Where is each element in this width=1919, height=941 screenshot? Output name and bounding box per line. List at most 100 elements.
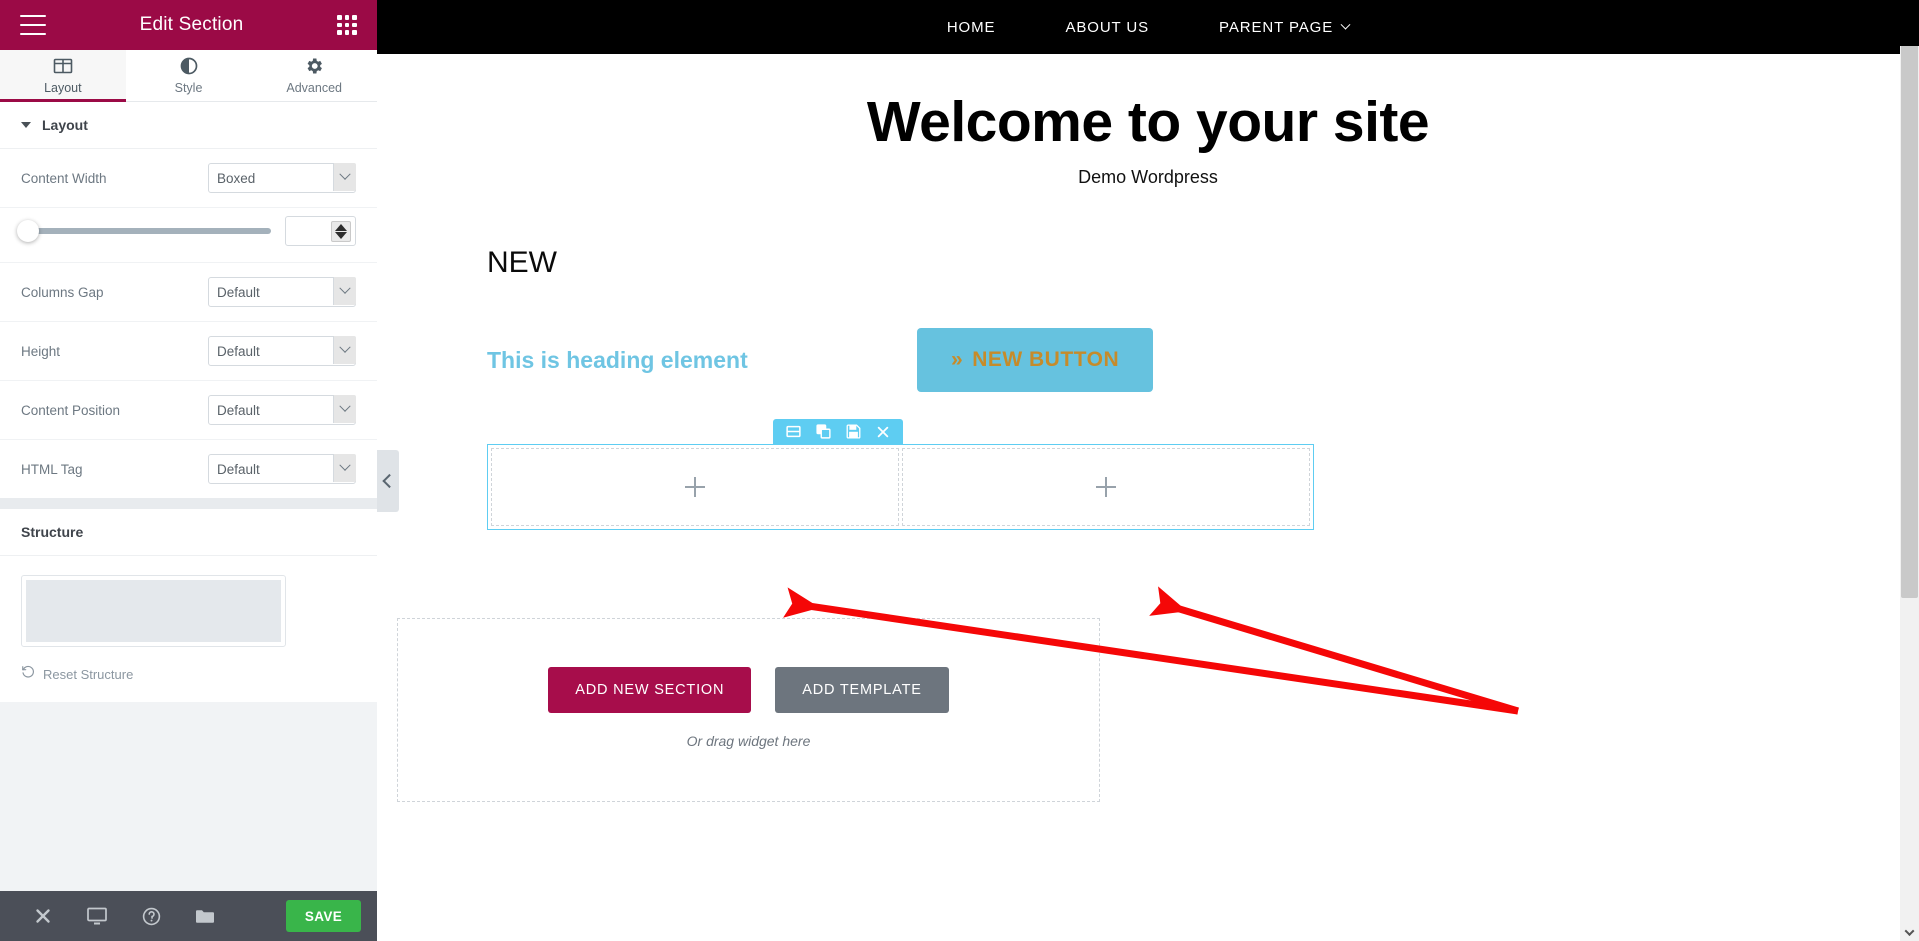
panel-collapse-toggle[interactable] [377,450,399,512]
height-value: Default [217,343,260,359]
structure-section-header: Structure [0,509,377,556]
tab-layout[interactable]: Layout [0,50,126,102]
edit-columns-icon[interactable] [780,419,806,444]
structure-section: Structure Reset Structure [0,509,377,702]
content-width-label: Content Width [21,170,107,186]
control-content-position: Content Position Default [0,381,377,440]
heading-element[interactable]: This is heading element [487,347,917,374]
nav-item-about-us-label: ABOUT US [1065,18,1150,36]
content-width-number-input[interactable] [285,216,356,246]
hero-block: Welcome to your site Demo Wordpress [377,54,1919,188]
new-button-widget[interactable]: » NEW BUTTON [917,328,1154,392]
chevron-down-icon [1340,19,1351,30]
chevron-down-icon [21,122,31,128]
chevron-down-icon [333,163,356,191]
nav-item-home[interactable]: HOME [912,19,1031,36]
html-tag-value: Default [217,461,260,477]
grid-apps-icon[interactable] [337,15,357,35]
chevron-down-icon [333,277,356,305]
control-html-tag: HTML Tag Default [0,440,377,498]
layout-section-header[interactable]: Layout [0,102,377,149]
new-text-widget[interactable]: NEW [487,246,1919,280]
add-buttons-row: ADD NEW SECTION ADD TEMPLATE [398,667,1099,713]
columns-gap-select[interactable]: Default [208,277,356,307]
layout-section: Layout Content Width Boxed Columns Gap D… [0,102,377,498]
add-new-section-button[interactable]: ADD NEW SECTION [548,667,752,713]
add-section-area[interactable]: ADD NEW SECTION ADD TEMPLATE Or drag wid… [397,618,1100,802]
columns-icon [53,56,73,76]
save-button[interactable]: SAVE [286,900,361,932]
save-icon[interactable] [840,419,866,444]
height-select[interactable]: Default [208,336,356,366]
content-position-select[interactable]: Default [208,395,356,425]
site-navigation: HOME ABOUT US PARENT PAGE [377,0,1919,54]
chevron-down-icon [333,454,356,482]
close-icon[interactable] [870,419,896,444]
structure-section-title: Structure [21,524,84,540]
nav-item-parent-page[interactable]: PARENT PAGE [1184,19,1384,36]
folder-icon[interactable] [178,891,232,941]
hamburger-icon[interactable] [20,15,46,35]
double-chevron-right-icon: » [951,348,964,371]
selected-section[interactable] [487,444,1314,530]
responsive-monitor-icon[interactable] [70,891,124,941]
drag-widget-hint: Or drag widget here [686,733,811,749]
reset-structure-button[interactable]: Reset Structure [0,655,377,702]
nav-edge-fill [1900,0,1919,46]
preview-canvas: HOME ABOUT US PARENT PAGE Welcome to you… [377,0,1919,941]
content-width-slider[interactable] [17,220,271,242]
control-height: Height Default [0,322,377,381]
panel-footer: SAVE [0,891,377,941]
left-dropzone[interactable] [491,448,899,526]
hero-title: Welcome to your site [866,90,1430,154]
number-stepper-icon[interactable] [331,220,351,242]
chevron-down-icon [333,336,356,364]
new-button-label: NEW BUTTON [972,348,1120,371]
html-tag-label: HTML Tag [21,461,83,477]
scrollbar-thumb[interactable] [1901,18,1918,598]
html-tag-select[interactable]: Default [208,454,356,484]
reset-structure-label: Reset Structure [43,667,134,682]
height-label: Height [21,343,61,359]
content-position-label: Content Position [21,402,121,418]
tab-advanced-label: Advanced [286,81,342,95]
structure-preview[interactable] [21,575,286,647]
control-columns-gap: Columns Gap Default [0,263,377,322]
content-width-slider-row [0,208,377,263]
screen: Edit Section Layout Style Advanced Layou… [0,0,1919,941]
tab-layout-label: Layout [44,81,82,95]
nav-item-about-us[interactable]: ABOUT US [1030,19,1184,36]
control-content-width: Content Width Boxed [0,149,377,208]
page-scrollbar[interactable] [1900,0,1919,941]
plus-icon [685,477,705,497]
page-title: Edit Section [139,14,244,35]
panel-content-scroll[interactable]: Layout Content Width Boxed Columns Gap D… [0,102,377,891]
scroll-down-button[interactable] [1900,923,1919,941]
undo-icon [21,665,35,684]
help-icon[interactable] [124,891,178,941]
chevron-down-icon [1904,925,1915,936]
gear-icon [304,56,324,76]
duplicate-icon[interactable] [810,419,836,444]
add-template-button[interactable]: ADD TEMPLATE [775,667,949,713]
content-width-select[interactable]: Boxed [208,163,356,193]
layout-section-title: Layout [42,117,88,133]
chevron-down-icon [333,395,356,423]
close-icon[interactable] [16,891,70,941]
columns-gap-value: Default [217,284,260,300]
columns-gap-label: Columns Gap [21,284,104,300]
right-dropzone[interactable] [902,448,1310,526]
content-position-value: Default [217,402,260,418]
nav-item-home-label: HOME [946,18,996,36]
plus-icon [1096,477,1116,497]
hero-subtitle: Demo Wordpress [1078,167,1218,187]
elementor-panel: Edit Section Layout Style Advanced Layou… [0,0,378,941]
tab-style-label: Style [174,81,203,95]
selected-section-wrapper [487,419,1314,530]
tab-advanced[interactable]: Advanced [251,50,378,101]
tab-style[interactable]: Style [125,50,252,101]
slider-handle[interactable] [17,220,39,242]
nav-item-parent-page-label: PARENT PAGE [1219,18,1334,36]
content-width-value: Boxed [217,170,256,186]
contrast-icon [179,56,199,76]
